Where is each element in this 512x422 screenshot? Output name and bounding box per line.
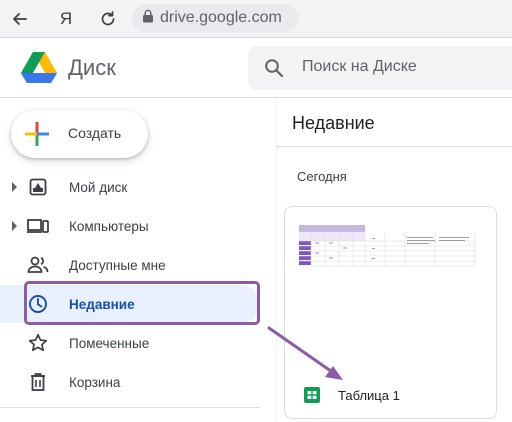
page-title: Недавние [292, 113, 375, 133]
url-text: drive.google.com [160, 9, 282, 26]
spreadsheet-thumbnail [285, 207, 496, 357]
annotation-highlight-box [24, 281, 260, 325]
sidebar-item-label: Помеченные [69, 335, 150, 351]
sidebar-item-computers[interactable]: Компьютеры [0, 207, 260, 245]
file-footer: Таблица 1 [285, 379, 496, 418]
create-button[interactable]: Создать [11, 110, 148, 158]
file-card[interactable]: Таблица 1 [284, 206, 497, 419]
search-icon[interactable] [264, 58, 284, 78]
sidebar-item-shared-with-me[interactable]: Доступные мне [0, 246, 260, 284]
sidebar-item-starred[interactable]: Помеченные [0, 324, 260, 362]
sidebar-item-my-drive[interactable]: Мой диск [0, 168, 260, 206]
section-label: Сегодня [297, 169, 347, 184]
reload-icon[interactable] [96, 7, 120, 31]
app-title: Диск [68, 55, 116, 80]
sidebar-item-trash[interactable]: Корзина [0, 363, 260, 401]
computers-icon [27, 215, 49, 237]
sidebar-item-label: Мой диск [69, 179, 128, 195]
my-drive-icon [27, 176, 49, 198]
search-bar[interactable] [248, 46, 512, 90]
sidebar-item-label: Корзина [69, 374, 121, 390]
file-name: Таблица 1 [338, 388, 400, 403]
expand-caret-icon[interactable] [12, 221, 17, 231]
trash-icon [27, 371, 49, 393]
star-icon [27, 332, 49, 354]
address-bar[interactable]: drive.google.com [132, 4, 298, 32]
sidebar-divider [0, 407, 260, 408]
yandex-glyph: Я [59, 9, 73, 28]
expand-caret-icon[interactable] [12, 182, 17, 192]
lock-icon [142, 9, 154, 28]
sidebar-item-label: Компьютеры [69, 218, 149, 234]
app-header: Диск [0, 38, 512, 98]
browser-toolbar: Я drive.google.com [0, 0, 512, 38]
search-input[interactable] [302, 58, 502, 76]
back-arrow-icon[interactable] [8, 7, 32, 31]
google-sheets-icon [304, 387, 320, 403]
yandex-icon[interactable]: Я [54, 7, 78, 31]
shared-with-me-icon [27, 254, 49, 276]
title-divider [276, 146, 512, 147]
create-button-label: Создать [68, 125, 122, 141]
google-drive-logo-icon[interactable] [20, 51, 58, 85]
plus-icon [25, 122, 49, 146]
sidebar-item-label: Доступные мне [69, 257, 166, 273]
